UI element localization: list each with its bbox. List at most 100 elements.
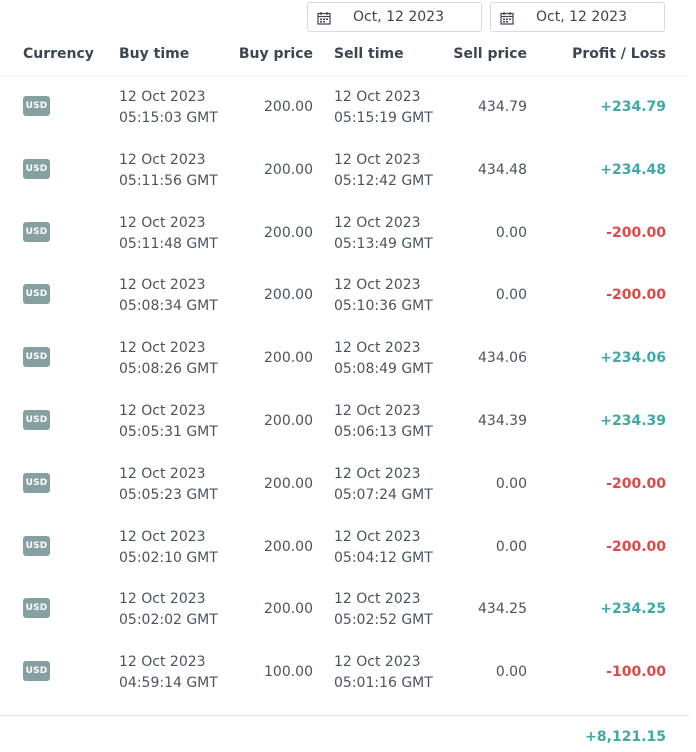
currency-badge: USD — [23, 536, 50, 556]
table-row: USD 12 Oct 2023 05:15:03 GMT 200.00 12 Oct 2… — [0, 87, 696, 150]
sell-price-cell: 434.39 — [478, 413, 527, 429]
profit-loss-cell: +234.79 — [600, 99, 666, 115]
total-profit: +8,121.15 — [585, 729, 666, 745]
sell-time-cell: 12 Oct 2023 05:06:13 GMT — [334, 401, 433, 443]
sell-time: 05:08:49 GMT — [334, 361, 433, 377]
buy-date: 12 Oct 2023 — [119, 89, 206, 105]
column-header-sell-price: Sell price — [453, 46, 527, 62]
currency-badge: USD — [23, 347, 50, 367]
sell-date: 12 Oct 2023 — [334, 89, 421, 105]
buy-price-cell: 200.00 — [264, 413, 313, 429]
sell-date: 12 Oct 2023 — [334, 654, 421, 670]
sell-date: 12 Oct 2023 — [334, 591, 421, 607]
buy-price-cell: 200.00 — [264, 225, 313, 241]
column-header-buy-price: Buy price — [238, 46, 313, 62]
table-row: USD 12 Oct 2023 05:11:48 GMT 200.00 12 Oct 2… — [0, 213, 696, 276]
profit-loss-cell: -200.00 — [606, 539, 666, 555]
buy-price-cell: 200.00 — [264, 601, 313, 617]
table-row: USD 12 Oct 2023 05:02:02 GMT 200.00 12 Oct 2… — [0, 589, 696, 652]
date-to-value: Oct, 12 2023 — [536, 9, 627, 25]
table-row: USD 12 Oct 2023 05:05:23 GMT 200.00 12 Oct 2… — [0, 464, 696, 527]
column-header-profit-loss: Profit / Loss — [572, 46, 666, 62]
sell-date: 12 Oct 2023 — [334, 215, 421, 231]
sell-price-cell: 0.00 — [495, 664, 527, 680]
table-row: USD 12 Oct 2023 05:05:31 GMT 200.00 12 Oct 2… — [0, 401, 696, 464]
sell-time-cell: 12 Oct 2023 05:15:19 GMT — [334, 87, 433, 129]
sell-time: 05:12:42 GMT — [334, 173, 433, 189]
buy-price-cell: 200.00 — [264, 539, 313, 555]
sell-time-cell: 12 Oct 2023 05:01:16 GMT — [334, 652, 433, 694]
buy-date: 12 Oct 2023 — [119, 403, 206, 419]
buy-date: 12 Oct 2023 — [119, 466, 206, 482]
date-to-picker[interactable]: Oct, 12 2023 — [490, 2, 665, 32]
sell-time-cell: 12 Oct 2023 05:07:24 GMT — [334, 464, 433, 506]
sell-time-cell: 12 Oct 2023 05:13:49 GMT — [334, 213, 433, 255]
profit-loss-cell: -200.00 — [606, 287, 666, 303]
profit-loss-cell: -200.00 — [606, 225, 666, 241]
sell-price-cell: 0.00 — [495, 476, 527, 492]
buy-time: 05:11:56 GMT — [119, 173, 218, 189]
profit-loss-cell: +234.06 — [600, 350, 666, 366]
buy-date: 12 Oct 2023 — [119, 340, 206, 356]
sell-time-cell: 12 Oct 2023 05:08:49 GMT — [334, 338, 433, 380]
buy-date: 12 Oct 2023 — [119, 529, 206, 545]
date-from-picker[interactable]: Oct, 12 2023 — [307, 2, 482, 32]
buy-time: 05:05:23 GMT — [119, 487, 218, 503]
sell-price-cell: 434.06 — [478, 350, 527, 366]
sell-date: 12 Oct 2023 — [334, 529, 421, 545]
buy-price-cell: 200.00 — [264, 99, 313, 115]
currency-badge: USD — [23, 159, 50, 179]
currency-badge: USD — [23, 410, 50, 430]
sell-date: 12 Oct 2023 — [334, 466, 421, 482]
buy-time: 05:15:03 GMT — [119, 110, 218, 126]
buy-time: 05:02:10 GMT — [119, 550, 218, 566]
sell-date: 12 Oct 2023 — [334, 340, 421, 356]
column-header-currency: Currency — [23, 46, 94, 62]
sell-time: 05:02:52 GMT — [334, 612, 433, 628]
sell-time: 05:01:16 GMT — [334, 675, 433, 691]
sell-time: 05:04:12 GMT — [334, 550, 433, 566]
buy-price-cell: 100.00 — [264, 664, 313, 680]
buy-price-cell: 200.00 — [264, 476, 313, 492]
buy-date: 12 Oct 2023 — [119, 215, 206, 231]
buy-time: 05:02:02 GMT — [119, 612, 218, 628]
sell-time-cell: 12 Oct 2023 05:10:36 GMT — [334, 275, 433, 317]
buy-price-cell: 200.00 — [264, 287, 313, 303]
profit-loss-cell: +234.25 — [600, 601, 666, 617]
column-header-buy-time: Buy time — [119, 46, 190, 62]
buy-time-cell: 12 Oct 2023 05:11:56 GMT — [119, 150, 218, 192]
buy-time: 05:11:48 GMT — [119, 236, 218, 252]
buy-time-cell: 12 Oct 2023 05:05:23 GMT — [119, 464, 218, 506]
table-row: USD 12 Oct 2023 04:59:14 GMT 100.00 12 Oct 2… — [0, 652, 696, 715]
buy-time-cell: 12 Oct 2023 05:02:02 GMT — [119, 589, 218, 631]
buy-time-cell: 12 Oct 2023 05:08:34 GMT — [119, 275, 218, 317]
sell-price-cell: 0.00 — [495, 287, 527, 303]
table-row: USD 12 Oct 2023 05:11:56 GMT 200.00 12 Oct 2… — [0, 150, 696, 213]
buy-date: 12 Oct 2023 — [119, 152, 206, 168]
sell-time-cell: 12 Oct 2023 05:04:12 GMT — [334, 527, 433, 569]
total-divider — [0, 715, 689, 716]
sell-time-cell: 12 Oct 2023 05:02:52 GMT — [334, 589, 433, 631]
sell-time-cell: 12 Oct 2023 05:12:42 GMT — [334, 150, 433, 192]
table-row: USD 12 Oct 2023 05:08:34 GMT 200.00 12 Oct 2… — [0, 275, 696, 338]
table-row: USD 12 Oct 2023 05:02:10 GMT 200.00 12 Oct 2… — [0, 527, 696, 590]
buy-price-cell: 200.00 — [264, 350, 313, 366]
sell-price-cell: 0.00 — [495, 225, 527, 241]
sell-time: 05:07:24 GMT — [334, 487, 433, 503]
buy-time-cell: 12 Oct 2023 05:08:26 GMT — [119, 338, 218, 380]
currency-badge: USD — [23, 222, 50, 242]
sell-price-cell: 434.48 — [478, 162, 527, 178]
sell-date: 12 Oct 2023 — [334, 152, 421, 168]
profit-loss-cell: +234.48 — [600, 162, 666, 178]
sell-time: 05:10:36 GMT — [334, 298, 433, 314]
currency-badge: USD — [23, 598, 50, 618]
date-from-value: Oct, 12 2023 — [353, 9, 444, 25]
sell-date: 12 Oct 2023 — [334, 277, 421, 293]
profit-loss-cell: +234.39 — [600, 413, 666, 429]
sell-price-cell: 0.00 — [495, 539, 527, 555]
sell-time: 05:15:19 GMT — [334, 110, 433, 126]
sell-time: 05:13:49 GMT — [334, 236, 433, 252]
sell-time: 05:06:13 GMT — [334, 424, 433, 440]
buy-date: 12 Oct 2023 — [119, 277, 206, 293]
currency-badge: USD — [23, 96, 50, 116]
